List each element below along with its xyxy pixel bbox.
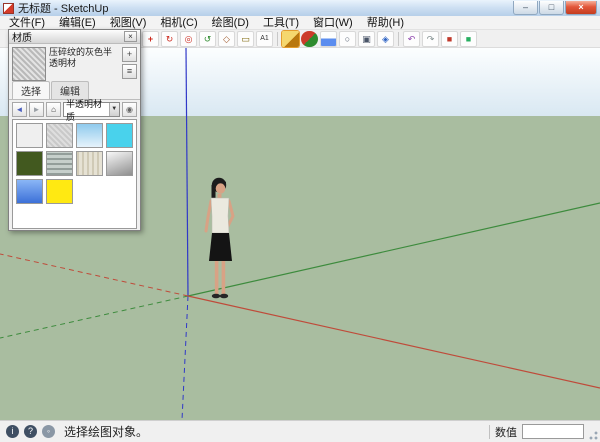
attribution-icon[interactable]: ◦ [42, 425, 55, 438]
red-box-icon[interactable]: ■ [441, 31, 458, 47]
paint-bucket-icon[interactable] [282, 31, 299, 47]
rotate-icon[interactable]: ↻ [161, 31, 178, 47]
menu-draw[interactable]: 绘图(D) [205, 16, 256, 30]
menu-view[interactable]: 视图(V) [103, 16, 154, 30]
status-message: 选择绘图对象。 [64, 423, 148, 440]
minimize-button[interactable]: – [513, 1, 538, 15]
material-swatch[interactable] [16, 179, 43, 204]
sample-paint-icon[interactable]: ◉ [122, 102, 137, 117]
title-bar[interactable]: 无标题 - SketchUp – □ × [0, 0, 600, 16]
green-box-icon[interactable]: ■ [460, 31, 477, 47]
menu-file[interactable]: 文件(F) [2, 16, 52, 30]
material-swatch[interactable] [76, 151, 103, 176]
status-bar: i ? ◦ 选择绘图对象。 数值 [0, 420, 600, 442]
material-swatch[interactable] [76, 123, 103, 148]
offset-icon[interactable]: ◎ [180, 31, 197, 47]
tape-measure-icon[interactable]: ▭ [237, 31, 254, 47]
material-swatch[interactable] [16, 123, 43, 148]
resize-grip[interactable] [587, 429, 599, 441]
material-swatch-grid [12, 119, 137, 229]
next-view-icon[interactable]: ↷ [422, 31, 439, 47]
panel-close-icon[interactable]: × [124, 31, 137, 42]
zoom-window-icon[interactable]: ▣ [358, 31, 375, 47]
zoom-icon[interactable]: ○ [339, 31, 356, 47]
text-icon[interactable]: A1 [256, 31, 273, 47]
menu-camera[interactable]: 相机(C) [153, 16, 204, 30]
pan-icon[interactable] [320, 31, 337, 47]
sketchup-window: 无标题 - SketchUp – □ × 文件(F) 编辑(E) 视图(V) 相… [0, 0, 600, 442]
home-icon[interactable]: ⌂ [46, 102, 61, 117]
orbit-icon[interactable] [301, 31, 318, 47]
help-icon[interactable]: ? [24, 425, 37, 438]
sketchup-logo-icon [3, 3, 14, 14]
follow-me-icon[interactable]: ↺ [199, 31, 216, 47]
scale-icon[interactable]: ◇ [218, 31, 235, 47]
menu-window[interactable]: 窗口(W) [306, 16, 360, 30]
material-category-dropdown[interactable]: 半透明材质 ▼ [63, 102, 120, 117]
material-swatch[interactable] [106, 123, 133, 148]
zoom-extents-icon[interactable]: ◈ [377, 31, 394, 47]
material-swatch[interactable] [46, 151, 73, 176]
statusbar-divider [489, 425, 490, 439]
info-icon[interactable]: i [6, 425, 19, 438]
move-icon[interactable]: + [142, 31, 159, 47]
create-material-icon[interactable]: + [122, 47, 137, 62]
window-title: 无标题 - SketchUp [18, 0, 108, 16]
materials-panel-title: 材质 [12, 29, 32, 44]
material-side-buttons: + ≡ [122, 47, 137, 81]
materials-panel[interactable]: 材质 × 压碎纹的灰色半透明材 + ≡ 选择 编辑 ◄ ► ⌂ 半透明材质 ▼ … [8, 29, 141, 231]
material-category-value: 半透明材质 [66, 97, 109, 123]
chevron-down-icon: ▼ [109, 103, 119, 116]
window-controls: – □ × [512, 1, 597, 15]
menu-tools[interactable]: 工具(T) [256, 16, 306, 30]
material-name: 压碎纹的灰色半透明材 [49, 47, 119, 81]
measurement-section: 数值 [489, 424, 594, 440]
toolbar-separator [398, 32, 399, 46]
materials-nav-row: ◄ ► ⌂ 半透明材质 ▼ ◉ [9, 100, 140, 119]
materials-panel-titlebar[interactable]: 材质 × [9, 30, 140, 44]
material-preview-thumbnail [12, 47, 46, 81]
previous-view-icon[interactable]: ↶ [403, 31, 420, 47]
menu-edit[interactable]: 编辑(E) [52, 16, 103, 30]
forward-arrow-icon[interactable]: ► [29, 102, 44, 117]
menu-help[interactable]: 帮助(H) [360, 16, 411, 30]
maximize-button[interactable]: □ [539, 1, 564, 15]
show-panes-icon[interactable]: ≡ [122, 64, 137, 79]
material-swatch[interactable] [46, 123, 73, 148]
measurement-label: 数值 [495, 424, 517, 440]
material-swatch[interactable] [16, 151, 43, 176]
toolbar-separator [277, 32, 278, 46]
material-preview-row: 压碎纹的灰色半透明材 + ≡ [9, 44, 140, 84]
measurement-input[interactable] [522, 424, 584, 439]
material-swatch[interactable] [106, 151, 133, 176]
material-swatch[interactable] [46, 179, 73, 204]
menu-bar: 文件(F) 编辑(E) 视图(V) 相机(C) 绘图(D) 工具(T) 窗口(W… [0, 16, 600, 30]
close-button[interactable]: × [565, 1, 597, 15]
tab-select[interactable]: 选择 [12, 81, 50, 99]
back-arrow-icon[interactable]: ◄ [12, 102, 27, 117]
